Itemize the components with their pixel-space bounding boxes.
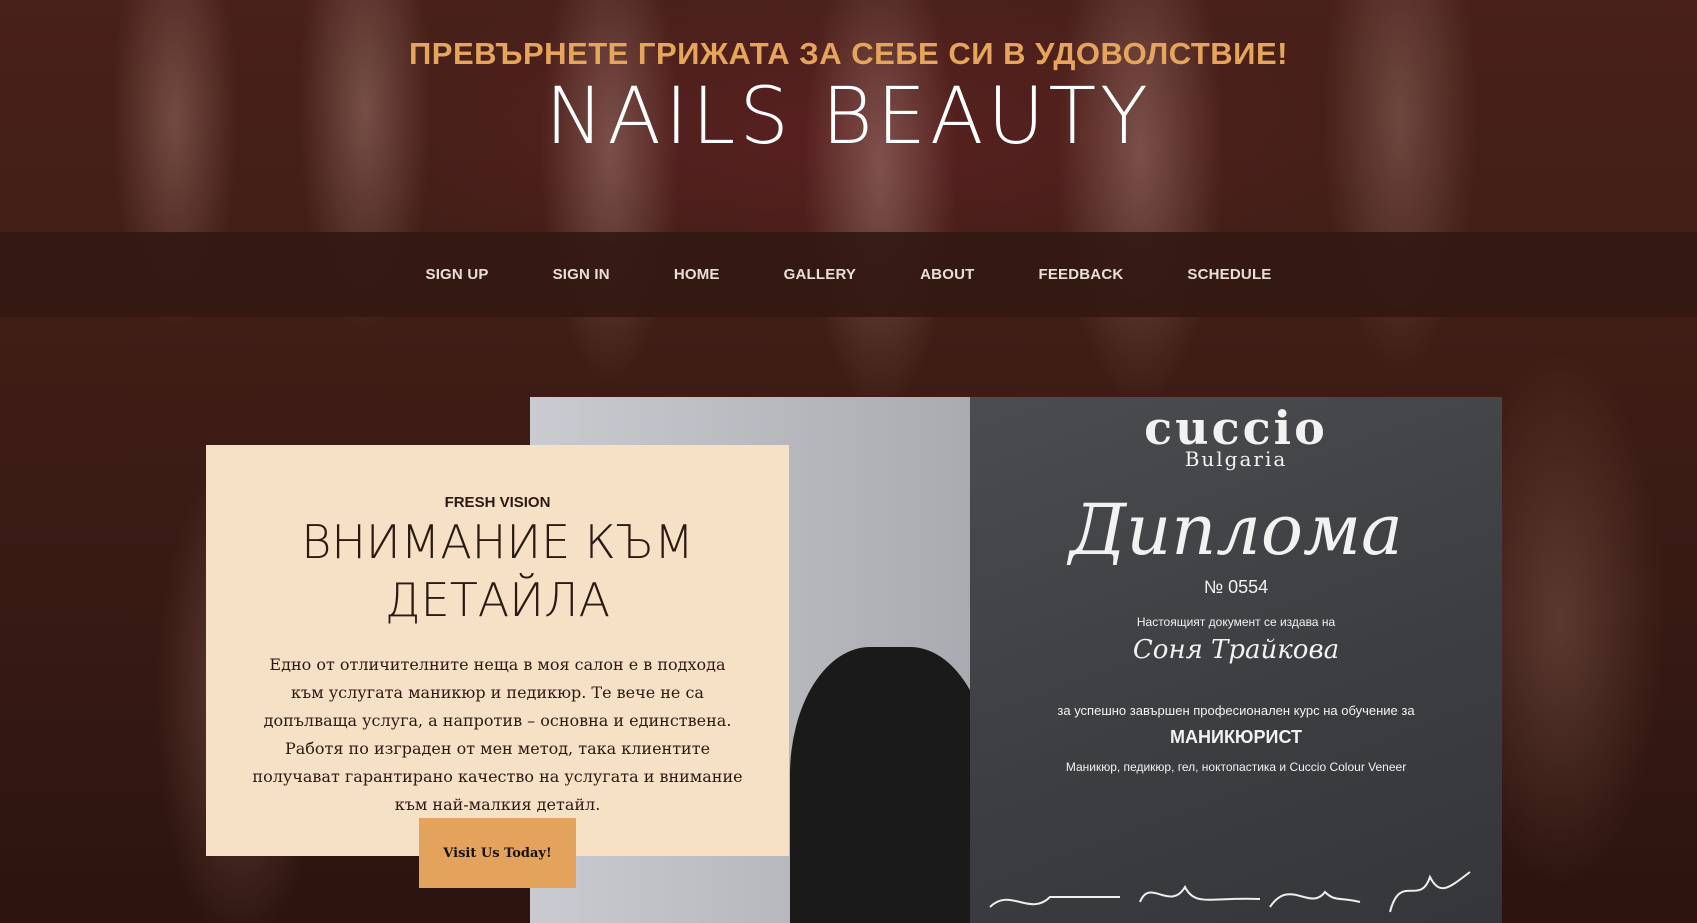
card-title: ВНИМАНИЕ КЪМ ДЕТАЙЛА [301,515,694,627]
diploma-title: Диплома [1069,489,1403,571]
main-navigation: SIGN UP SIGN IN HOME GALLERY ABOUT FEEDB… [0,232,1697,317]
diploma-recipient-name: Соня Трайкова [1132,635,1340,665]
nav-gallery[interactable]: GALLERY [784,266,857,283]
diploma-issued-text: Настоящият документ се издава на [1136,615,1336,629]
diploma-course-text: за успешно завършен професионален курс н… [1057,703,1415,718]
nav-home[interactable]: HOME [674,266,720,283]
diploma-role: МАНИКЮРИСТ [1170,727,1302,747]
site-tagline: ПРЕВЪРНЕТЕ ГРИЖАТА ЗА СЕБЕ СИ В УДОВОЛСТ… [409,36,1288,71]
photo-person [790,647,990,923]
nav-sign-in[interactable]: SIGN IN [553,266,610,283]
feature-card: FRESH VISION ВНИМАНИЕ КЪМ ДЕТАЙЛА Едно о… [206,445,789,888]
site-header: ПРЕВЪРНЕТЕ ГРИЖАТА ЗА СЕБЕ СИ В УДОВОЛСТ… [0,0,1697,232]
diploma-number: № 0554 [1203,577,1269,597]
nav-schedule[interactable]: SCHEDULE [1187,266,1271,283]
diploma-description: Маникюр, педикюр, гел, ноктопастика и Cu… [1065,760,1407,774]
visit-us-button[interactable]: Visit Us Today! [419,818,576,888]
card-text: Едно от отличителните неща в моя салон е… [252,655,743,814]
nav-sign-up[interactable]: SIGN UP [425,266,488,283]
diploma-subtitle: Bulgaria [1184,447,1288,471]
site-brand-title: NAILS BEAUTY [545,72,1152,162]
nav-feedback[interactable]: FEEDBACK [1038,266,1123,283]
card-eyebrow: FRESH VISION [444,494,551,511]
diploma-signatures [970,867,1502,923]
nav-about[interactable]: ABOUT [920,266,974,283]
diploma-document: cuccio Bulgaria Диплома № 0554 Настоящия… [970,397,1502,923]
